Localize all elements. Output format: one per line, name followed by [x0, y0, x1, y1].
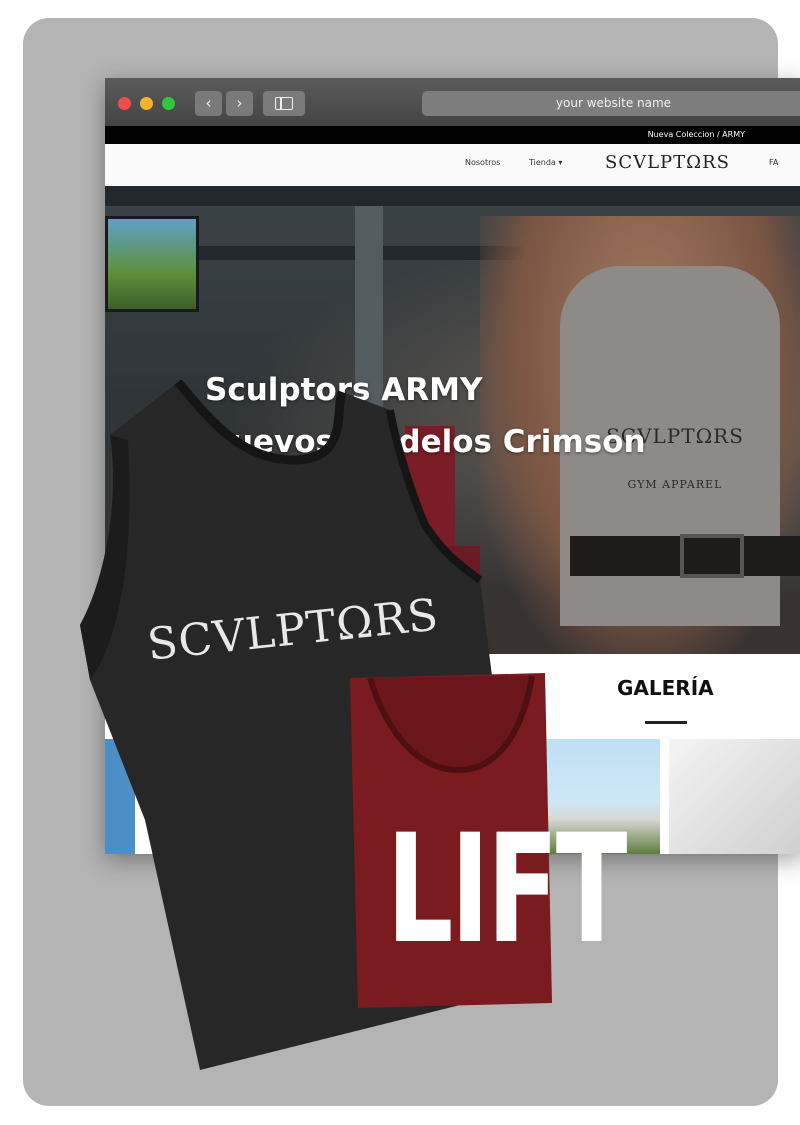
gallery-title-underline [645, 721, 687, 724]
nav-link-more[interactable]: FA [769, 158, 778, 167]
announcement-link[interactable]: Nueva Coleccion / ARMY [648, 130, 745, 139]
gym-tv-screen [105, 216, 199, 312]
address-bar[interactable]: your website name [422, 91, 800, 116]
athlete-shirt-subtitle: GYM APPAREL [627, 478, 723, 491]
belt-buckle [680, 534, 744, 578]
site-navbar: Nosotros Tienda ▾ SCVLPTΩRS FA [105, 144, 800, 186]
sidebar-icon [275, 97, 293, 110]
close-window-button[interactable] [118, 97, 131, 110]
site-logo[interactable]: SCVLPTΩRS [605, 152, 730, 173]
nav-link-tienda[interactable]: Tienda ▾ [529, 158, 562, 167]
forward-button[interactable]: › [226, 91, 253, 116]
back-button[interactable]: ‹ [195, 91, 222, 116]
gallery-image[interactable] [669, 739, 800, 854]
gallery-title: GALERÍA [617, 676, 714, 700]
browser-toolbar: ‹ › your website name [105, 78, 800, 126]
gym-beam [105, 186, 800, 206]
announcement-bar: Nueva Coleccion / ARMY [105, 126, 800, 144]
sidebar-toggle-button[interactable] [263, 91, 305, 116]
red-tee-print: LIFT [386, 803, 628, 977]
minimize-window-button[interactable] [140, 97, 153, 110]
maximize-window-button[interactable] [162, 97, 175, 110]
nav-link-nosotros[interactable]: Nosotros [465, 158, 500, 167]
